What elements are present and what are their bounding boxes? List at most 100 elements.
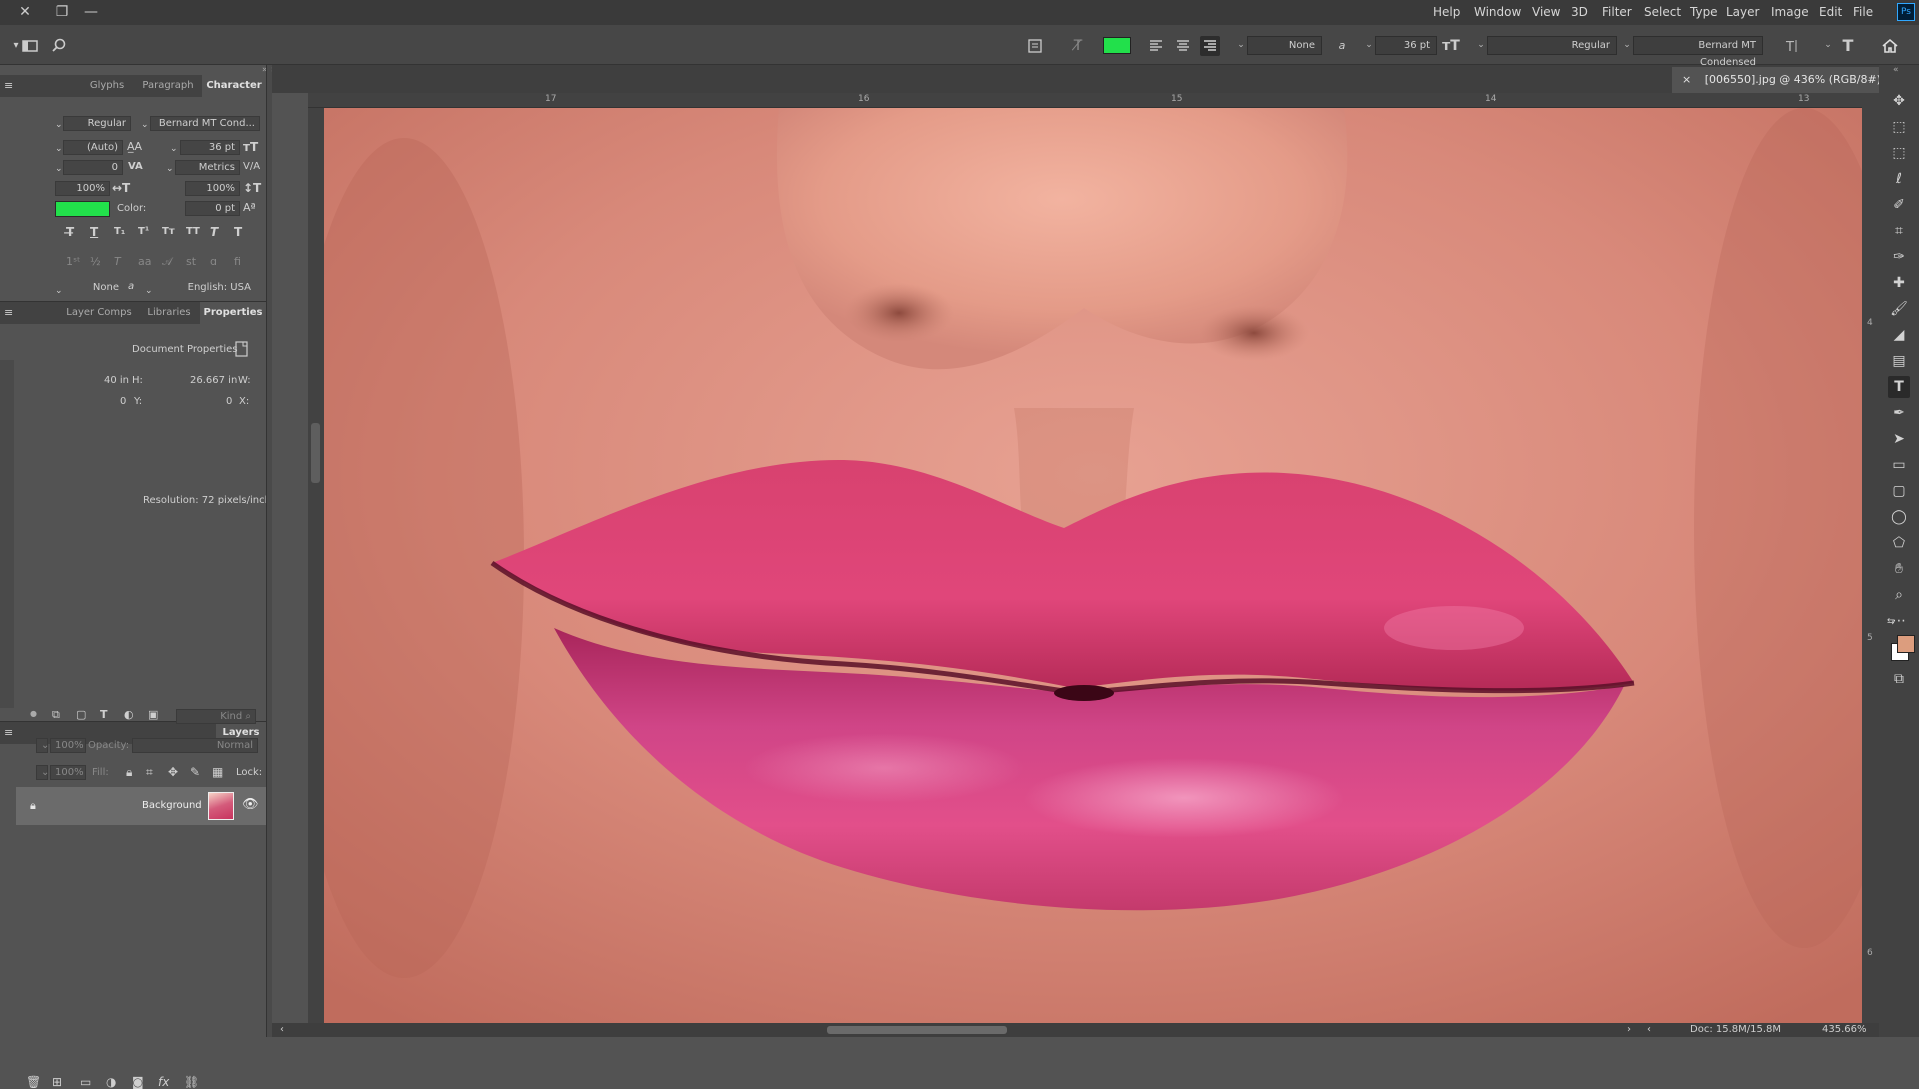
horizontal-scale-field[interactable]: 100%: [55, 181, 110, 196]
scroll-left-icon[interactable]: ‹: [280, 1023, 284, 1037]
lock-transparent-icon[interactable]: ▦: [212, 765, 223, 779]
polygon-tool-icon[interactable]: ⬠: [1888, 532, 1910, 554]
menu-filter[interactable]: Filter: [1602, 0, 1632, 25]
anti-alias-field[interactable]: None: [63, 281, 123, 296]
height-value[interactable]: 40 in: [104, 375, 129, 386]
faux-bold-icon[interactable]: T: [234, 225, 242, 239]
top-ruler[interactable]: 13 14 15 16 17: [308, 93, 1862, 108]
right-ruler[interactable]: 4 5 6: [1862, 93, 1879, 1023]
small-caps-icon[interactable]: Tт: [162, 225, 175, 239]
document-close-icon[interactable]: ×: [1682, 73, 1691, 86]
font-family-field[interactable]: Bernard MT Cond...: [150, 116, 260, 131]
menu-layer[interactable]: Layer: [1726, 0, 1759, 25]
lasso-tool-icon[interactable]: ℓ: [1888, 168, 1910, 190]
swap-colors-icon[interactable]: ⇆: [1887, 615, 1895, 629]
adjustment-layer-icon[interactable]: ◑: [106, 1075, 116, 1089]
strikethrough-icon[interactable]: T̶: [66, 225, 74, 239]
lock-image-icon[interactable]: ✎: [190, 765, 200, 779]
tracking-field[interactable]: 0: [63, 160, 123, 175]
chevron-down-icon[interactable]: ⌄: [1475, 37, 1487, 54]
chevron-down-icon[interactable]: ⌄: [145, 284, 153, 298]
document-canvas-image[interactable]: [324, 108, 1862, 1023]
font-style-field[interactable]: Regular: [63, 116, 131, 131]
tab-glyphs[interactable]: Glyphs: [82, 75, 132, 97]
new-layer-icon[interactable]: ⊞: [52, 1075, 62, 1089]
layer-mask-icon[interactable]: ◙: [132, 1075, 144, 1089]
old-style-icon[interactable]: st: [186, 255, 196, 269]
faux-italic-icon[interactable]: T: [210, 225, 218, 239]
chevron-down-icon[interactable]: ⌄: [166, 162, 174, 176]
filter-pixel-icon[interactable]: ▣: [148, 708, 158, 722]
font-size-dropdown[interactable]: 36 pt: [1375, 36, 1437, 55]
menu-edit[interactable]: Edit: [1819, 0, 1842, 25]
ligature-icon[interactable]: ɑ: [210, 255, 217, 269]
scrollbar-track[interactable]: [0, 360, 14, 708]
menu-select[interactable]: Select: [1644, 0, 1681, 25]
tab-paragraph[interactable]: Paragraph: [136, 75, 200, 97]
tab-layer-comps[interactable]: Layer Comps: [60, 302, 138, 324]
home-icon[interactable]: [1880, 36, 1900, 56]
menu-3d[interactable]: 3D: [1571, 0, 1588, 25]
marquee-tool-icon[interactable]: ⬚: [1888, 142, 1910, 164]
text-color-swatch[interactable]: [55, 201, 110, 217]
titling-icon[interactable]: T: [114, 255, 121, 269]
superscript-icon[interactable]: T¹: [138, 225, 149, 239]
link-layers-icon[interactable]: ⛓︎: [184, 1075, 199, 1089]
panel-menu-icon[interactable]: ≡: [4, 726, 13, 740]
path-select-tool-icon[interactable]: ➤: [1888, 428, 1910, 450]
close-window-icon[interactable]: ✕: [10, 0, 40, 25]
foreground-color-swatch[interactable]: [1897, 635, 1915, 653]
zoom-level[interactable]: 435.66%: [1822, 1024, 1867, 1035]
layer-style-icon[interactable]: fx: [158, 1075, 169, 1089]
scroll-right-icon[interactable]: ›: [1627, 1023, 1631, 1037]
underline-icon[interactable]: T: [90, 225, 98, 239]
quick-select-tool-icon[interactable]: ✐: [1888, 194, 1910, 216]
eraser-tool-icon[interactable]: ◢: [1888, 324, 1910, 346]
ellipse-tool-icon[interactable]: ◯: [1888, 506, 1910, 528]
status-menu-icon[interactable]: ‹: [1647, 1023, 1651, 1037]
gradient-tool-icon[interactable]: ▤: [1888, 350, 1910, 372]
vertical-scale-field[interactable]: 100%: [185, 181, 240, 196]
fill-arrow[interactable]: ⌄: [36, 765, 49, 780]
crop-tool-icon[interactable]: ⌗: [1888, 220, 1910, 242]
rounded-rect-tool-icon[interactable]: ▢: [1888, 480, 1910, 502]
subscript-icon[interactable]: T₁: [114, 225, 125, 239]
menu-image[interactable]: Image: [1771, 0, 1809, 25]
hand-tool-icon[interactable]: ✋︎: [1888, 558, 1910, 580]
filter-adjust-icon[interactable]: ◐: [124, 708, 134, 722]
chevron-down-icon[interactable]: ⌄: [1235, 37, 1247, 54]
menu-window[interactable]: Window: [1474, 0, 1521, 25]
pen-tool-icon[interactable]: ✒: [1888, 402, 1910, 424]
kind-dropdown[interactable]: Kind ⌕: [176, 709, 256, 724]
blend-mode-dropdown[interactable]: Normal: [132, 738, 258, 753]
warp-text-icon[interactable]: T̸: [1068, 36, 1088, 56]
ordinals-icon[interactable]: 1ˢᵗ: [66, 255, 80, 269]
lock-position-icon[interactable]: ✥: [168, 765, 178, 779]
text-color-swatch[interactable]: [1103, 37, 1131, 54]
y-value[interactable]: 0: [120, 396, 126, 407]
horizontal-scroll-thumb[interactable]: [827, 1026, 1007, 1034]
filter-smart-icon[interactable]: ⧉: [52, 708, 60, 722]
font-style-dropdown[interactable]: Regular: [1487, 36, 1617, 55]
chevron-down-icon[interactable]: ⌄: [55, 162, 63, 176]
document-tab[interactable]: × [006550].jpg @ 436% (RGB/8#) *: [1672, 67, 1891, 112]
tab-properties[interactable]: Properties: [200, 302, 266, 324]
healing-brush-tool-icon[interactable]: ✚: [1888, 272, 1910, 294]
filter-toggle-icon[interactable]: ●: [30, 707, 37, 721]
panel-menu-icon[interactable]: ≡: [4, 306, 13, 320]
lock-all-icon[interactable]: 🔒︎: [126, 765, 132, 779]
collapse-arrows-icon[interactable]: «: [1893, 63, 1899, 77]
minimize-window-icon[interactable]: —: [76, 0, 106, 25]
align-left-icon[interactable]: [1200, 36, 1220, 56]
font-family-dropdown[interactable]: Bernard MT Condensed: [1633, 36, 1763, 68]
tab-character[interactable]: Character: [202, 75, 266, 97]
brush-tool-icon[interactable]: 🖌︎: [1888, 298, 1910, 320]
opacity-arrow[interactable]: ⌄: [36, 738, 49, 753]
eye-icon[interactable]: 👁︎: [242, 798, 259, 812]
opacity-field[interactable]: 100%: [50, 738, 86, 753]
chevron-down-icon[interactable]: ⌄: [55, 142, 63, 156]
filter-type-icon[interactable]: T: [100, 708, 108, 722]
layer-thumbnail[interactable]: [208, 792, 234, 820]
fill-field[interactable]: 100%: [50, 765, 86, 780]
width-value[interactable]: 26.667 in: [190, 375, 237, 386]
